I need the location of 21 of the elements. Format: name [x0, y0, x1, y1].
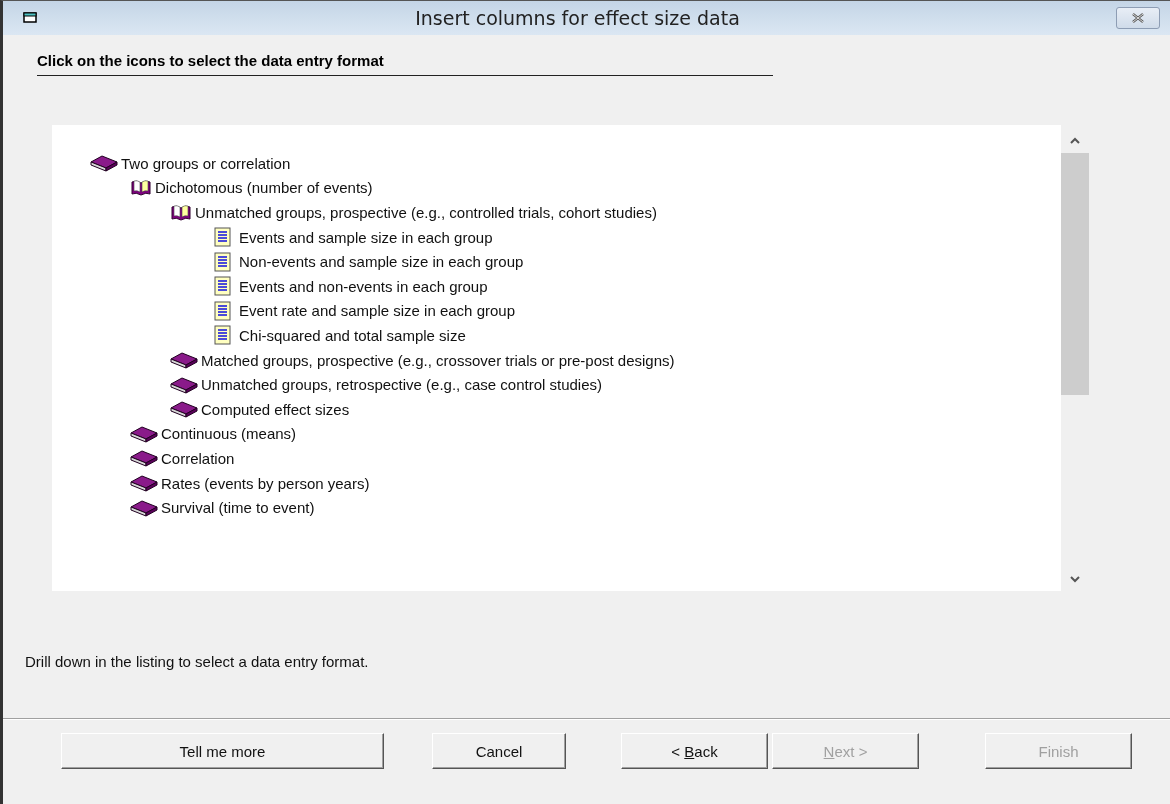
tree-item[interactable]: Non-events and sample size in each group	[90, 249, 1061, 274]
tree-item[interactable]: Event rate and sample size in each group	[90, 298, 1061, 324]
tree-item[interactable]: Continuous (means)	[90, 421, 1061, 447]
tree-item[interactable]: Rates (events by person years)	[90, 470, 1061, 496]
tree-item[interactable]: Computed effect sizes	[90, 396, 1061, 422]
tree-item[interactable]: Correlation	[90, 446, 1061, 471]
status-text: Drill down in the listing to select a data entry format.	[25, 653, 370, 670]
tree-item[interactable]: Two groups or correlation	[90, 151, 1061, 176]
tree-item[interactable]: Unmatched groups, retrospective (e.g., case control studies)	[90, 372, 1061, 397]
section-heading: Click on the icons to select the data entry format	[37, 52, 773, 76]
dialog-button[interactable]: < Back	[621, 733, 768, 769]
tree-item[interactable]: Survival (time to event)	[90, 495, 1061, 520]
tree-item[interactable]: Dichotomous (number of events)	[90, 175, 1061, 201]
tree-item[interactable]: Matched groups, prospective (e.g., crossover trials or pre-post designs)	[90, 347, 1061, 373]
window-title: Insert columns for effect size data	[414, 7, 741, 29]
tree-item[interactable]: Events and sample size in each group	[90, 224, 1061, 250]
dialog-button[interactable]: Cancel	[432, 733, 566, 769]
tree-item[interactable]: Events and non-events in each group	[90, 273, 1061, 299]
tree-item[interactable]: Chi-squared and total sample size	[90, 323, 1061, 348]
dialog-button[interactable]: Tell me more	[61, 733, 384, 769]
tree-item[interactable]: Unmatched groups, prospective (e.g., controlled trials, cohort studies)	[90, 200, 1061, 225]
